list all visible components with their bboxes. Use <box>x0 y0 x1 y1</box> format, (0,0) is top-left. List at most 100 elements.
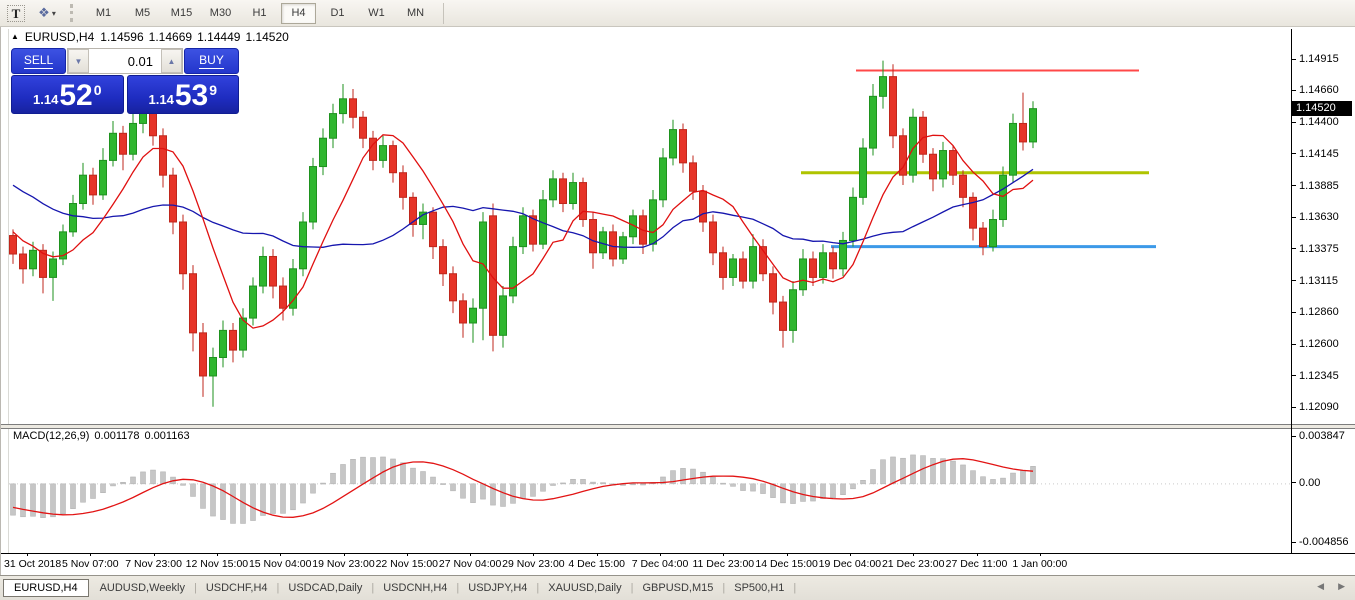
candle-body <box>650 200 657 244</box>
candle-body <box>70 204 77 232</box>
timeframe-button-d1[interactable]: D1 <box>320 3 355 24</box>
macd-histogram-bar <box>431 477 436 484</box>
macd-histogram-bar <box>471 484 476 503</box>
chart-tab-audusd[interactable]: AUDUSD,Weekly <box>91 579 194 597</box>
chart-tab-usdcnh[interactable]: USDCNH,H4 <box>374 579 456 597</box>
candle-body <box>470 308 477 323</box>
macd-axis-label: -0.004856 <box>1292 536 1349 548</box>
candle-body <box>340 99 347 114</box>
macd-histogram-bar <box>891 457 896 484</box>
arrange-symbols-button[interactable]: ❖ ▾ <box>30 3 64 24</box>
chevron-up-icon: ▲ <box>168 57 176 66</box>
volume-input[interactable] <box>89 49 161 73</box>
buy-price-big: 53 <box>175 81 208 111</box>
macd-histogram-bar <box>421 472 426 484</box>
macd-histogram-bar <box>201 484 206 509</box>
chart-window[interactable]: ▲ EURUSD,H4 1.145961.146691.144491.14520… <box>0 27 1355 575</box>
macd-canvas[interactable] <box>9 428 1290 553</box>
chart-tab-usdcad[interactable]: USDCAD,Daily <box>279 579 371 597</box>
macd-histogram-bar <box>51 484 56 517</box>
price-axis-label: 1.13885 <box>1292 180 1339 192</box>
timeframe-button-w1[interactable]: W1 <box>359 3 394 24</box>
date-axis-label: 15 Nov 04:00 <box>249 558 311 570</box>
candle-body <box>520 216 527 247</box>
candle-body <box>230 330 237 350</box>
macd-histogram-bar <box>811 484 816 501</box>
chart-tab-usdjpy[interactable]: USDJPY,H4 <box>459 579 536 597</box>
high-value: 1.14669 <box>149 30 192 44</box>
candle-body <box>160 136 167 175</box>
chart-tab-xauusd[interactable]: XAUUSD,Daily <box>539 579 630 597</box>
sell-price-display: 1.14 52 0 <box>11 75 124 114</box>
candle-body <box>110 133 117 160</box>
timeframe-button-m30[interactable]: M30 <box>203 3 238 24</box>
date-axis-tick <box>977 553 978 556</box>
tab-scroll-right-icon[interactable]: ▶ <box>1338 581 1345 592</box>
macd-histogram-bar <box>971 471 976 484</box>
toolbar-grip <box>70 4 77 22</box>
price-axis[interactable]: 1.149151.146601.144001.141451.138851.136… <box>1292 27 1355 554</box>
candle-body <box>360 117 367 138</box>
macd-histogram-bar <box>461 484 466 498</box>
volume-stepper: ▼ ▲ <box>67 48 183 74</box>
date-axis-label: 29 Nov 23:00 <box>502 558 564 570</box>
buy-button[interactable]: BUY <box>184 48 239 74</box>
sell-button[interactable]: SELL <box>11 48 66 74</box>
chart-tab-gbpusd[interactable]: GBPUSD,M15 <box>633 579 722 597</box>
axis-tick <box>1292 482 1296 483</box>
timeframe-button-mn[interactable]: MN <box>398 3 433 24</box>
macd-histogram-bar <box>641 484 646 485</box>
macd-histogram-bar <box>401 463 406 484</box>
candle-body <box>840 240 847 268</box>
date-axis-label: 27 Nov 04:00 <box>439 558 501 570</box>
candle-body <box>780 302 787 330</box>
collapse-panel-icon[interactable]: ▲ <box>11 32 19 41</box>
macd-histogram-bar <box>711 477 716 484</box>
candle-body <box>220 330 227 357</box>
date-axis-tick <box>154 553 155 556</box>
candle-body <box>1030 109 1037 142</box>
timeframe-button-h4[interactable]: H4 <box>281 3 316 24</box>
macd-histogram-bar <box>681 468 686 483</box>
candle-body <box>100 160 107 194</box>
candle-body <box>980 228 987 246</box>
macd-histogram-bar <box>771 484 776 498</box>
candle-body <box>960 175 967 197</box>
timeframe-button-m1[interactable]: M1 <box>86 3 121 24</box>
volume-decrease-button[interactable]: ▼ <box>68 49 89 73</box>
candle-body <box>740 259 747 281</box>
chart-tab-eurusd[interactable]: EURUSD,H4 <box>3 579 89 597</box>
timeframe-button-h1[interactable]: H1 <box>242 3 277 24</box>
tab-scroll-arrows: ◀ ▶ <box>1317 581 1345 592</box>
date-axis[interactable]: 31 Oct 20185 Nov 07:007 Nov 23:0012 Nov … <box>1 555 1291 574</box>
macd-histogram-bar <box>531 484 536 497</box>
macd-histogram-bar <box>381 457 386 484</box>
candle-body <box>310 167 317 222</box>
date-axis-tick <box>407 553 408 556</box>
candle-body <box>700 191 707 222</box>
axis-tick <box>1292 436 1296 437</box>
axis-tick <box>1292 153 1296 154</box>
candle-body <box>720 253 727 278</box>
text-tool-button[interactable]: T <box>4 3 28 24</box>
timeframe-button-m5[interactable]: M5 <box>125 3 160 24</box>
candle-body <box>890 77 897 136</box>
volume-increase-button[interactable]: ▲ <box>161 49 182 73</box>
candle-body <box>810 259 817 277</box>
candle-body <box>300 222 307 269</box>
macd-histogram-bar <box>101 484 106 493</box>
timeframe-button-m15[interactable]: M15 <box>164 3 199 24</box>
macd-histogram-bar <box>871 470 876 484</box>
chart-tab-usdchf[interactable]: USDCHF,H4 <box>197 579 277 597</box>
date-axis-tick <box>660 553 661 556</box>
text-tool-icon: T <box>7 5 26 22</box>
macd-histogram-bar <box>551 484 556 486</box>
macd-histogram-bar <box>291 484 296 510</box>
candle-body <box>330 114 337 139</box>
buy-price-display: 1.14 53 9 <box>127 75 240 114</box>
macd-histogram-bar <box>181 484 186 485</box>
candle-body <box>400 173 407 198</box>
candle-body <box>380 146 387 161</box>
chart-tab-sp500[interactable]: SP500,H1 <box>725 579 793 597</box>
tab-scroll-left-icon[interactable]: ◀ <box>1317 581 1324 592</box>
